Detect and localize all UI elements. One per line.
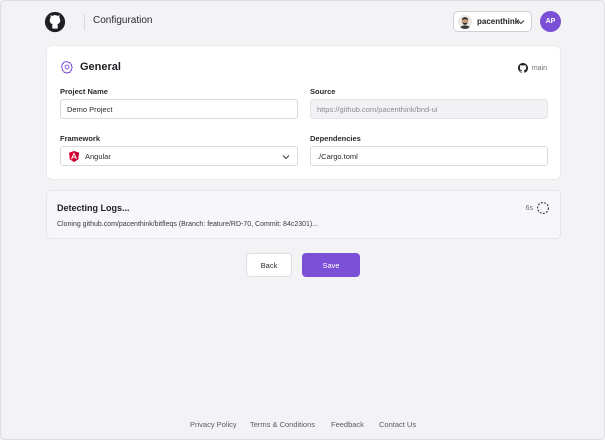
account-avatar[interactable]: AP [540, 11, 561, 32]
framework-value: Angular [85, 151, 111, 161]
project-name-label: Project Name [60, 87, 108, 96]
logs-elapsed: 6s [525, 205, 533, 212]
general-title: General [80, 61, 121, 73]
general-card: General main Project Name Demo Project S… [46, 45, 561, 180]
project-name-input[interactable]: Demo Project [60, 99, 298, 119]
octocat-logo-icon[interactable] [44, 11, 66, 33]
source-value: https://github.com/pacenthink/bnd-ui [317, 104, 438, 114]
github-icon [517, 63, 528, 73]
footer-link-privacy[interactable]: Privacy Policy [190, 420, 237, 429]
user-avatar-icon [458, 14, 472, 29]
source-label: Source [310, 87, 336, 96]
dependencies-input[interactable]: ./Cargo.toml [310, 146, 548, 166]
chevron-down-icon [517, 20, 525, 25]
user-name: pacenthink [477, 17, 520, 26]
framework-label: Framework [60, 134, 101, 143]
header-divider [84, 14, 85, 30]
footer-link-contact[interactable]: Contact Us [379, 420, 416, 429]
gear-icon [60, 60, 73, 74]
back-button[interactable]: Back [246, 253, 292, 277]
angular-icon [69, 150, 79, 162]
footer-link-terms[interactable]: Terms & Conditions [250, 420, 315, 429]
chevron-down-icon [282, 155, 290, 160]
page-title: Configuration [93, 15, 153, 26]
branch-name: main [531, 64, 547, 72]
dependencies-label: Dependencies [310, 134, 361, 143]
project-name-value: Demo Project [67, 104, 113, 114]
logs-panel: Detecting Logs... 6s Cloning github.com/… [46, 190, 561, 239]
app-window: Configuration pacenthink AP General main… [0, 0, 605, 440]
top-bar: Configuration pacenthink AP [1, 1, 604, 43]
branch-indicator[interactable]: main [517, 63, 547, 73]
logs-title: Detecting Logs... [57, 203, 130, 213]
save-button[interactable]: Save [302, 253, 360, 277]
footer: Privacy Policy Terms & Conditions Feedba… [1, 420, 604, 432]
framework-select[interactable]: Angular [60, 146, 298, 166]
dependencies-value: ./Cargo.toml [317, 151, 358, 161]
footer-link-feedback[interactable]: Feedback [331, 420, 364, 429]
source-input: https://github.com/pacenthink/bnd-ui [310, 99, 548, 119]
log-line: Cloning github.com/pacenthink/bitfleqs (… [57, 221, 319, 228]
user-select[interactable]: pacenthink [453, 11, 532, 32]
user-avatar [458, 14, 472, 29]
loading-spinner-icon [537, 202, 549, 214]
